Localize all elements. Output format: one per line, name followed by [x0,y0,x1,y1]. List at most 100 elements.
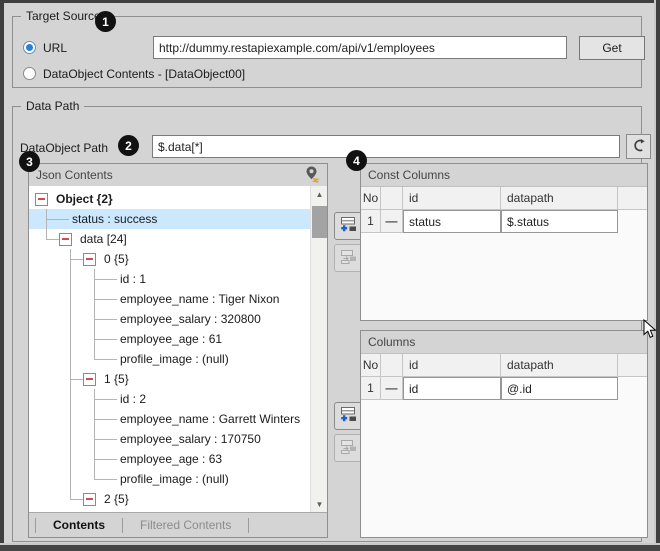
table-row: 1 — status $.status [361,210,647,233]
tree-node[interactable]: 2 {5} [29,489,310,509]
tree-node[interactable]: employee_salary : 320800 [29,309,310,329]
tree-connector-line [35,229,59,249]
tree-guide-line [59,449,83,469]
tree-guide-line [35,429,59,449]
id-cell[interactable]: status [403,210,501,233]
tree-guide-line [59,469,83,489]
tree-node-label: status : success [69,212,160,226]
tree-node[interactable]: employee_salary : 170750 [29,429,310,449]
tree-guide-line [35,349,59,369]
add-const-column-button[interactable] [334,212,363,240]
tree-connector-line [83,449,107,469]
tree-collapse-icon[interactable] [83,253,96,266]
tree-node-label: employee_name : Tiger Nixon [117,292,282,306]
tree-guide-line [35,409,59,429]
tree-node[interactable]: id : 2 [29,389,310,409]
tree-leaf-line [107,309,117,329]
tree-node-label: profile_image : (null) [117,352,232,366]
tree-connector-line [35,209,59,229]
dataobject-path-input[interactable] [152,135,620,158]
tree-node[interactable]: data [24] [29,229,310,249]
add-column-button[interactable] [334,402,363,430]
tree-connector-line [83,429,107,449]
scroll-down-icon[interactable]: ▼ [311,496,328,512]
tree-node[interactable]: status : success [29,209,310,229]
col-header-no: No [361,354,381,377]
tree-node[interactable]: 0 {5} [29,249,310,269]
tree-collapse-icon[interactable] [83,373,96,386]
url-radio[interactable] [23,41,36,54]
tree-node[interactable]: profile_image : (null) [29,349,310,369]
tree-node-label: Object {2} [53,192,116,206]
tree-node-label: employee_salary : 170750 [117,432,264,446]
col-header-filler [618,354,647,377]
datapath-pin-icon[interactable] [303,165,320,186]
tree-node[interactable]: employee_age : 63 [29,449,310,469]
tree-guide-line [59,409,83,429]
tree-scrollbar[interactable]: ▲ ▼ [310,186,327,512]
tree-connector-line [83,289,107,309]
tree-guide-line [59,309,83,329]
tree-node-label: 2 {5} [101,492,132,506]
tree-leaf-line [59,209,69,229]
tree-guide-line [35,289,59,309]
row-number-cell: 1 [361,210,381,233]
tree-guide-line [35,389,59,409]
tree-node[interactable]: id : 1 [29,269,310,289]
target-source-group-label: Target Source [21,9,106,23]
tree-connector-line [83,469,107,489]
row-grip-handle[interactable]: — [381,210,403,233]
tree-node[interactable]: 1 {5} [29,369,310,389]
columns-panel: Columns No id datapath 1 — id @.id [360,330,648,538]
tree-node[interactable]: employee_name : Garrett Winters [29,409,310,429]
window-frame-left [0,0,4,551]
tree-node[interactable]: Object {2} [29,189,310,209]
tree-node-label: 1 {5} [101,372,132,386]
tree-node[interactable]: employee_age : 61 [29,329,310,349]
tree-leaf-line [107,429,117,449]
url-radio-label[interactable]: URL [43,41,67,55]
dataobject-contents-radio[interactable] [23,67,36,80]
tree-guide-line [35,449,59,469]
window-frame-top [0,0,660,3]
tab-filtered-contents[interactable]: Filtered Contents [123,518,248,532]
tree-node[interactable]: employee_name : Tiger Nixon [29,289,310,309]
col-header-id: id [403,187,501,210]
tree-node-label: 0 {5} [101,252,132,266]
get-button[interactable]: Get [579,36,645,60]
copy-const-column-button [334,244,363,272]
tree-collapse-icon[interactable] [59,233,72,246]
col-header-grip [381,354,403,377]
id-cell[interactable]: id [403,377,501,400]
tree-leaf-line [107,409,117,429]
tree-guide-line [35,469,59,489]
row-grip-handle[interactable]: — [381,377,403,400]
tree-leaf-line [107,449,117,469]
json-tree: Object {2} status : success data [24] 0 {5}… [29,186,310,512]
tree-node[interactable]: profile_image : (null) [29,469,310,489]
copy-row-icon [340,438,358,458]
const-columns-panel: Const Columns No id datapath 1 — status … [360,163,648,321]
tree-collapse-icon[interactable] [83,493,96,506]
url-input[interactable] [153,36,567,59]
scroll-up-icon[interactable]: ▲ [311,186,328,202]
step-4-badge: 4 [346,150,367,171]
tree-connector-line [83,409,107,429]
dataobject-contents-radio-label[interactable]: DataObject Contents - [DataObject00] [43,67,245,81]
tree-node-label: employee_age : 63 [117,452,225,466]
datapath-cell[interactable]: @.id [501,377,618,400]
const-columns-header: Const Columns [361,164,647,186]
copy-column-button [334,434,363,462]
tree-node-label: data [24] [77,232,130,246]
tree-guide-line [35,309,59,329]
tree-guide-line [35,369,59,389]
scrollbar-thumb[interactable] [312,206,327,238]
tree-node-label: employee_name : Garrett Winters [117,412,303,426]
tree-collapse-icon[interactable] [35,193,48,206]
data-path-group-label: Data Path [21,99,84,113]
datapath-cell[interactable]: $.status [501,210,618,233]
tab-contents[interactable]: Contents [36,518,122,532]
tree-connector-line [59,489,83,509]
const-columns-table: No id datapath 1 — status $.status [361,186,647,320]
refresh-button[interactable] [626,134,651,159]
